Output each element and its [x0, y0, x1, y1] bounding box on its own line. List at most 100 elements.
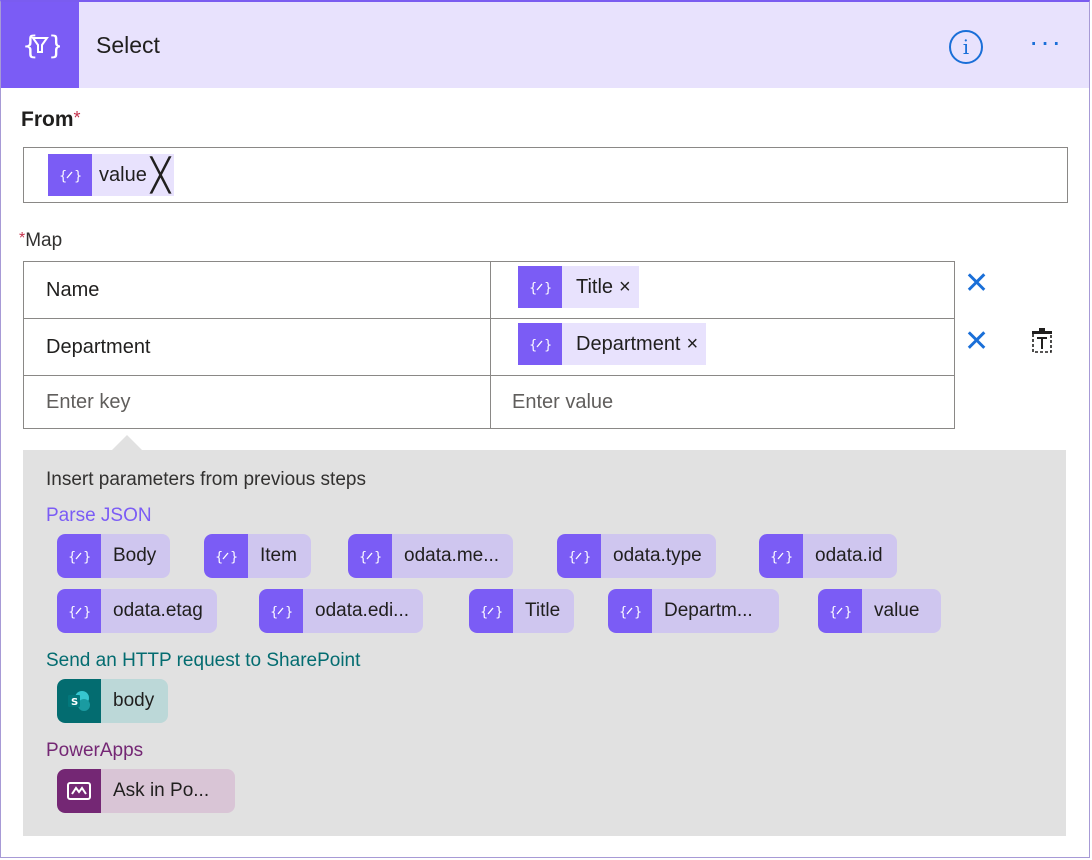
value-token[interactable]: {} Title ×	[518, 266, 639, 308]
switch-to-text-mode-icon[interactable]	[1031, 328, 1053, 354]
expression-icon: {}	[608, 589, 652, 633]
dynamic-token[interactable]: {} Title	[469, 589, 575, 633]
svg-text:}: }	[48, 31, 60, 61]
svg-text:{: {	[529, 338, 537, 352]
token-label: odata.edi...	[315, 600, 410, 621]
map-row: Name {} Title ×	[24, 262, 954, 319]
token-label: value	[99, 163, 147, 186]
more-options-icon[interactable]: ···	[1029, 28, 1063, 56]
expression-icon: {}	[469, 589, 513, 633]
map-value-cell[interactable]: {} Title ×	[491, 262, 954, 318]
svg-text:}: }	[374, 550, 381, 564]
token-label: odata.etag	[113, 600, 203, 621]
svg-text:{: {	[59, 169, 67, 183]
remove-token-icon[interactable]: ×	[687, 333, 707, 356]
data-operation-icon: { }	[1, 2, 79, 88]
dynamic-token[interactable]: {} value	[818, 589, 942, 633]
expression-icon: {}	[57, 589, 101, 633]
svg-text:}: }	[544, 338, 551, 352]
expression-icon: {}	[348, 534, 392, 578]
map-label: *Map	[19, 230, 62, 252]
token-label: Body	[113, 545, 157, 566]
delete-row-icon[interactable]: ✕	[964, 269, 989, 299]
value-token[interactable]: {} Department ×	[518, 323, 707, 365]
flyout-pointer	[111, 435, 143, 451]
svg-text:}: }	[544, 281, 551, 295]
info-icon[interactable]: i	[949, 30, 983, 64]
remove-token-icon[interactable]: ×	[619, 276, 639, 299]
map-label-text: Map	[25, 230, 63, 251]
svg-text:}: }	[583, 550, 590, 564]
expression-icon: {}	[259, 589, 303, 633]
svg-text:}: }	[844, 605, 851, 619]
from-token-value[interactable]: {} value ╳	[48, 154, 175, 196]
token-label: Title	[576, 275, 614, 298]
svg-text:}: }	[74, 169, 81, 183]
section-sharepoint: Send an HTTP request to SharePoint	[46, 650, 361, 671]
from-label-text: From	[21, 108, 74, 131]
dynamic-token[interactable]: {} Item	[204, 534, 311, 578]
token-label: Ask in Po...	[113, 780, 210, 801]
svg-text:}: }	[495, 605, 502, 619]
token-label: Title	[525, 600, 561, 621]
svg-text:{: {	[568, 550, 576, 564]
dynamic-token[interactable]: {} Departm...	[608, 589, 779, 633]
dynamic-token[interactable]: S body	[57, 679, 169, 723]
from-field[interactable]: {} value ╳	[23, 147, 1068, 203]
section-powerapps: PowerApps	[46, 740, 144, 761]
map-value-cell[interactable]: Enter value	[491, 376, 954, 429]
action-header[interactable]: { } Select i ···	[1, 2, 1089, 88]
from-label: From*	[21, 108, 81, 132]
svg-text:{: {	[529, 281, 537, 295]
expression-icon: {}	[518, 266, 562, 308]
token-label: odata.type	[613, 545, 702, 566]
expression-icon: {}	[759, 534, 803, 578]
svg-text:{: {	[215, 550, 223, 564]
dynamic-content-header: Insert parameters from previous steps	[46, 469, 366, 490]
svg-text:{: {	[480, 605, 488, 619]
svg-text:}: }	[83, 605, 90, 619]
token-label: Department	[576, 332, 681, 355]
map-value-cell[interactable]: {} Department ×	[491, 319, 954, 375]
sharepoint-icon: S	[57, 679, 101, 723]
svg-text:{: {	[22, 31, 39, 61]
dynamic-token[interactable]: {} odata.type	[557, 534, 716, 578]
dynamic-token[interactable]: {} odata.id	[759, 534, 897, 578]
dynamic-token[interactable]: Ask in Po...	[57, 769, 236, 813]
token-label: body	[113, 690, 155, 711]
svg-text:S: S	[71, 697, 78, 708]
svg-text:{: {	[270, 605, 278, 619]
token-label: Item	[260, 545, 297, 566]
svg-text:}: }	[230, 550, 237, 564]
svg-text:}: }	[634, 605, 641, 619]
dynamic-token[interactable]: {} odata.me...	[348, 534, 514, 578]
action-title: Select	[96, 32, 160, 58]
map-key-cell[interactable]: Department	[24, 319, 491, 375]
expression-icon: {}	[204, 534, 248, 578]
svg-text:{: {	[68, 550, 76, 564]
dynamic-token[interactable]: {} Body	[57, 534, 171, 578]
delete-row-icon[interactable]: ✕	[964, 327, 989, 357]
powerapps-icon	[57, 769, 101, 813]
dynamic-token[interactable]: {} odata.etag	[57, 589, 217, 633]
map-table: Name {} Title × Department {} Departme	[23, 261, 955, 429]
expression-icon: {}	[818, 589, 862, 633]
enter-key-input[interactable]: Enter key	[24, 376, 491, 429]
svg-text:{: {	[68, 605, 76, 619]
section-parse-json: Parse JSON	[46, 505, 152, 526]
remove-token-icon[interactable]: ╳	[151, 159, 174, 191]
expression-icon: {}	[48, 154, 92, 196]
token-label: Departm...	[664, 600, 753, 621]
svg-text:{: {	[619, 605, 627, 619]
svg-text:{: {	[770, 550, 778, 564]
dynamic-token[interactable]: {} odata.edi...	[259, 589, 424, 633]
svg-text:}: }	[785, 550, 792, 564]
token-label: value	[874, 600, 920, 621]
svg-text:{: {	[359, 550, 367, 564]
svg-text:{: {	[829, 605, 837, 619]
expression-icon: {}	[518, 323, 562, 365]
token-label: odata.id	[815, 545, 883, 566]
enter-value-input[interactable]: Enter value	[512, 391, 613, 414]
required-mark: *	[73, 108, 81, 128]
map-key-cell[interactable]: Name	[24, 262, 491, 318]
